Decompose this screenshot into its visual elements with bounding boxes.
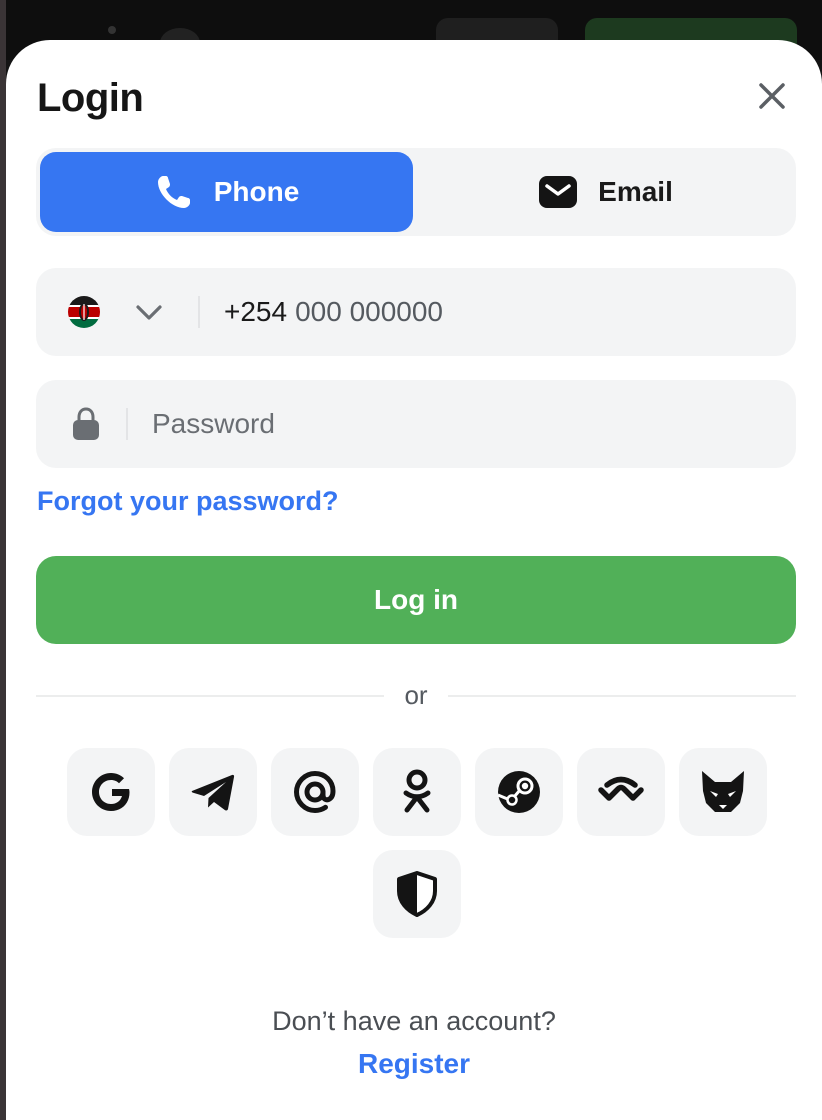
forgot-password-link[interactable]: Forgot your password? (37, 486, 339, 517)
kenya-flag-icon (68, 296, 100, 328)
tab-email-label: Email (598, 176, 673, 207)
chevron-down-icon[interactable] (134, 298, 164, 326)
phone-icon (154, 172, 194, 212)
field-divider (126, 408, 128, 440)
telegram-login-button[interactable] (169, 748, 257, 836)
divider-line-right (448, 695, 796, 697)
google-icon (92, 773, 130, 811)
odnoklassniki-login-button[interactable] (373, 748, 461, 836)
no-account-text: Don’t have an account? (272, 1006, 556, 1036)
metamask-login-button[interactable] (679, 748, 767, 836)
tab-phone-label: Phone (213, 176, 300, 207)
background-dot (108, 26, 116, 34)
country-code: +254 (224, 296, 288, 327)
password-input[interactable]: Password (152, 400, 752, 448)
shield-login-button[interactable] (373, 850, 461, 938)
shield-icon (397, 871, 437, 917)
tab-phone[interactable]: Phone (40, 152, 413, 232)
close-icon[interactable] (754, 78, 790, 114)
password-field: Password (36, 380, 796, 468)
login-modal: Login Phone Email +254 000 000000 Passwo… (6, 40, 822, 1120)
tab-email[interactable]: Email (419, 152, 792, 232)
phone-input[interactable]: +254 000 000000 (224, 288, 764, 336)
email-icon (538, 172, 578, 212)
mail-ru-login-button[interactable] (271, 748, 359, 836)
mail-ru-at-icon (293, 770, 336, 814)
walletconnect-icon (598, 776, 644, 801)
or-divider: or (36, 680, 796, 712)
metamask-fox-icon (702, 771, 744, 812)
modal-title: Login (37, 76, 144, 120)
odnoklassniki-icon (403, 769, 431, 813)
phone-field: +254 000 000000 (36, 268, 796, 356)
password-placeholder: Password (152, 408, 275, 439)
telegram-icon (191, 774, 235, 811)
lock-icon (70, 406, 102, 442)
login-button[interactable]: Log in (36, 556, 796, 644)
field-divider (198, 296, 200, 328)
steam-icon (497, 771, 540, 813)
phone-placeholder: 000 000000 (295, 296, 444, 327)
walletconnect-login-button[interactable] (577, 748, 665, 836)
register-link[interactable]: Register (6, 1048, 822, 1080)
login-method-tabs: Phone Email (36, 148, 796, 236)
steam-login-button[interactable] (475, 748, 563, 836)
google-login-button[interactable] (67, 748, 155, 836)
